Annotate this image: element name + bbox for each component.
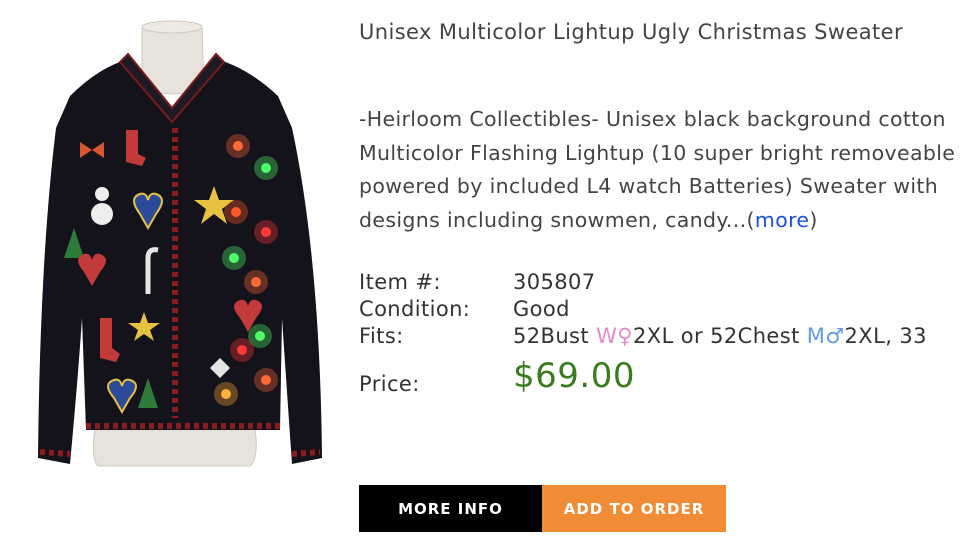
description-line: Multicolor Flashing Lightup (10 super br… — [359, 140, 956, 165]
item-number-value: 305807 — [513, 270, 596, 294]
description-line: -Heirloom Collectibles- Unisex black bac… — [359, 107, 946, 131]
description-line: powered by included L4 watch Batteries) … — [359, 174, 939, 198]
fits-text: 2XL or 52Chest — [633, 324, 807, 348]
condition-value: Good — [513, 297, 570, 321]
price-label: Price: — [359, 372, 420, 396]
women-fit-icon: W♀ — [596, 324, 634, 348]
fits-value: 52Bust W♀2XL or 52Chest M♂2XL, 33 — [513, 324, 927, 348]
description-line: designs including snowmen, candy... — [359, 207, 747, 232]
product-description: -Heirloom Collectibles- Unisex black bac… — [359, 103, 980, 237]
more-paren-close: ) — [809, 207, 818, 232]
product-title: Unisex Multicolor Lightup Ugly Christmas… — [359, 20, 904, 44]
description-last-line: designs including snowmen, candy...(more… — [359, 204, 980, 238]
product-image — [38, 20, 322, 467]
add-to-order-button[interactable]: ADD TO ORDER — [542, 485, 726, 532]
condition-label: Condition: — [359, 297, 471, 321]
more-info-button[interactable]: MORE INFO — [359, 485, 542, 532]
fits-label: Fits: — [359, 324, 404, 348]
fits-text: 2XL, 33 — [844, 324, 927, 348]
item-number-label: Item #: — [359, 270, 441, 294]
fits-text: 52Bust — [513, 324, 597, 348]
more-paren-open: ( — [746, 207, 755, 232]
more-link[interactable]: more — [755, 208, 810, 232]
price-value: $69.00 — [513, 356, 635, 396]
men-fit-icon: M♂ — [806, 324, 845, 348]
